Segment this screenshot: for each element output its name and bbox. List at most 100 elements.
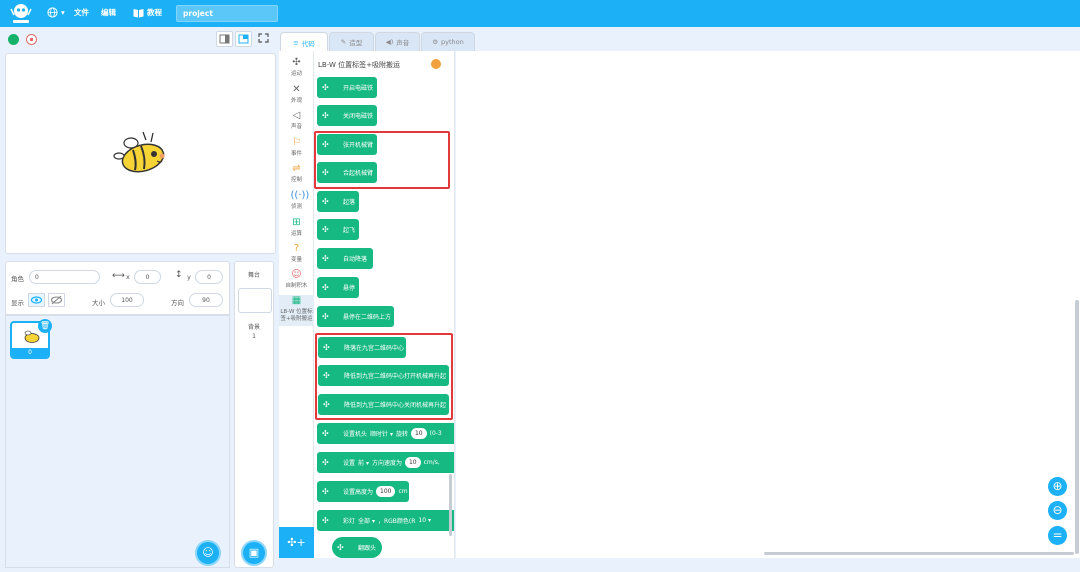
delete-sprite-icon[interactable]: 🗑 [38,319,52,333]
category-events[interactable]: ⚐ 事件 [279,137,314,158]
bee-thumbnail-icon [24,330,40,343]
block-palette[interactable]: LB-W 位置标签+吸附搬运 ✣ 开启电磁铁 ✣ 关闭电磁铁 ✣ 张开机械臂 ✣ 合起机… [314,51,455,558]
zoom-out-icon[interactable]: ⊖ [1048,501,1067,520]
speed-input[interactable]: 10 [404,457,421,468]
size-input[interactable]: 100 [110,293,144,307]
tab-sounds[interactable]: ◀) 声音 [375,32,420,51]
sprite-list: 0 [5,315,230,568]
block-light-rgb[interactable]: ✣ 彩灯 全部 ▾ ，RGB颜色(R 10 ▾ [317,510,454,531]
height-input[interactable]: 100 [376,486,396,497]
category-variables[interactable]: ? 变量 [279,243,314,264]
drone-icon: ✣ [322,83,329,92]
tutorial-menu[interactable]: 教程 [133,7,162,18]
add-sprite-button[interactable]: ☺ [195,540,221,566]
tab-code[interactable]: ≡ 代码 [280,32,328,52]
python-tab-icon: ⚙ [432,38,439,46]
appearance-icon: ✕ [292,84,301,95]
block-hover-qr[interactable]: ✣ 悬停在二维码上方 [317,306,394,327]
project-name-input[interactable]: project [176,5,278,22]
block-set-heading[interactable]: ✣ 设置机头 顺时针 ▾ 旋转 10 (0-3 [317,423,454,444]
script-workspace[interactable] [456,51,1080,558]
block-label: cm/s, [423,459,440,466]
workspace-vertical-scrollbar[interactable] [1075,300,1079,554]
stop-icon[interactable] [26,34,37,45]
block-hover[interactable]: ✣ 悬停 [317,277,359,298]
block-liftoff[interactable]: ✣ 起落 [317,191,359,212]
category-sound[interactable]: ◁ 声音 [279,110,314,131]
block-label: cm [398,488,408,495]
zoom-in-icon[interactable]: ⊕ [1048,477,1067,496]
sensing-icon: ((·)) [290,190,310,201]
green-flag-icon[interactable] [8,34,19,45]
block-takeoff[interactable]: ✣ 起飞 [317,219,359,240]
backdrop-thumbnail[interactable] [238,288,272,313]
stage-canvas[interactable] [5,53,276,254]
workspace-horizontal-scrollbar[interactable] [764,552,1074,555]
category-control[interactable]: ⇌ 控制 [279,163,314,184]
category-control-label: 控制 [290,177,302,183]
tab-code-label: 代码 [301,39,315,48]
category-events-label: 事件 [290,151,302,157]
y-arrow-icon: ↕ [175,270,183,280]
category-motion[interactable]: ✣ 运动 [279,57,314,78]
category-operators-label: 运算 [290,231,302,237]
drone-icon: ✣ [322,487,329,496]
drone-icon: ✣ [322,429,329,438]
tab-costumes[interactable]: ✎ 造型 [329,32,374,51]
add-extension-button[interactable]: ✣+ [279,527,314,558]
app-logo-icon[interactable] [8,2,34,25]
large-stage-button[interactable] [235,31,252,47]
zoom-reset-icon[interactable]: = [1048,526,1067,545]
file-menu[interactable]: 文件 [74,7,89,18]
tab-python[interactable]: ⚙ python [421,32,475,51]
edit-menu[interactable]: 编辑 [101,7,116,18]
red-dropdown[interactable]: 10 ▾ [418,517,431,524]
block-set-speed[interactable]: ✣ 设置 前 ▾ 方向速度为 10 cm/s, [317,452,454,473]
show-label: 显示 [11,299,24,307]
category-lbw[interactable]: ▦ LB-W 位置标签+吸附搬运 [279,295,314,326]
category-looks[interactable]: ✕ 外观 [279,84,314,105]
flag-icon: ⚐ [292,137,301,148]
category-sensing[interactable]: ((·)) 侦测 [279,190,314,211]
y-input[interactable]: 0 [195,270,223,284]
code-tab-icon: ≡ [293,38,299,47]
extension-drone-icon: ✣+ [287,536,306,549]
category-motion-label: 运动 [290,71,302,77]
drone-icon: ✣ [337,543,344,552]
book-icon [133,8,144,17]
sprite-name-input[interactable]: 0 [29,270,100,284]
hide-sprite-button[interactable] [48,293,65,307]
category-operators[interactable]: ⊞ 运算 [279,217,314,238]
rotation-angle-input[interactable]: 10 [410,428,427,439]
block-auto-land[interactable]: ✣ 自动降落 [317,248,373,269]
sound-icon: ◁ [292,110,301,121]
x-input[interactable]: 0 [134,270,161,284]
small-stage-button[interactable] [216,31,233,47]
stage-title: 舞台 [247,272,260,279]
rotation-dropdown[interactable]: 顺时针 ▾ [370,429,393,438]
block-set-height[interactable]: ✣ 设置高度为 100 cm [317,481,409,502]
direction-input[interactable]: 90 [189,293,223,307]
block-flip[interactable]: ✣ 翻跟头 [332,537,382,558]
show-sprite-button[interactable] [28,293,45,307]
direction-dropdown[interactable]: 前 ▾ [358,458,369,467]
globe-icon [47,7,58,18]
block-magnet-on[interactable]: ✣ 开启电磁铁 [317,77,377,98]
highlight-qr-blocks [315,333,453,420]
bee-sprite[interactable] [113,128,169,176]
block-label: 设置机头 [343,431,368,438]
size-label: 大小 [92,299,105,307]
block-magnet-off[interactable]: ✣ 关闭电磁铁 [317,105,377,126]
light-dropdown[interactable]: 全部 ▾ [358,516,375,525]
light-dropdown-value: 全部 [358,518,371,525]
fullscreen-button[interactable] [256,31,273,47]
my-blocks-icon: ☺ [291,269,302,280]
add-backdrop-button[interactable]: ▣ [241,540,267,566]
small-stage-icon [219,34,230,44]
language-menu[interactable]: ▾ [47,7,65,18]
control-icon: ⇌ [292,163,301,174]
fullscreen-icon [258,33,269,43]
palette-scrollbar[interactable] [449,474,452,536]
category-my-blocks[interactable]: ☺ 自制积木 [279,269,314,290]
category-variables-label: 变量 [290,257,302,263]
